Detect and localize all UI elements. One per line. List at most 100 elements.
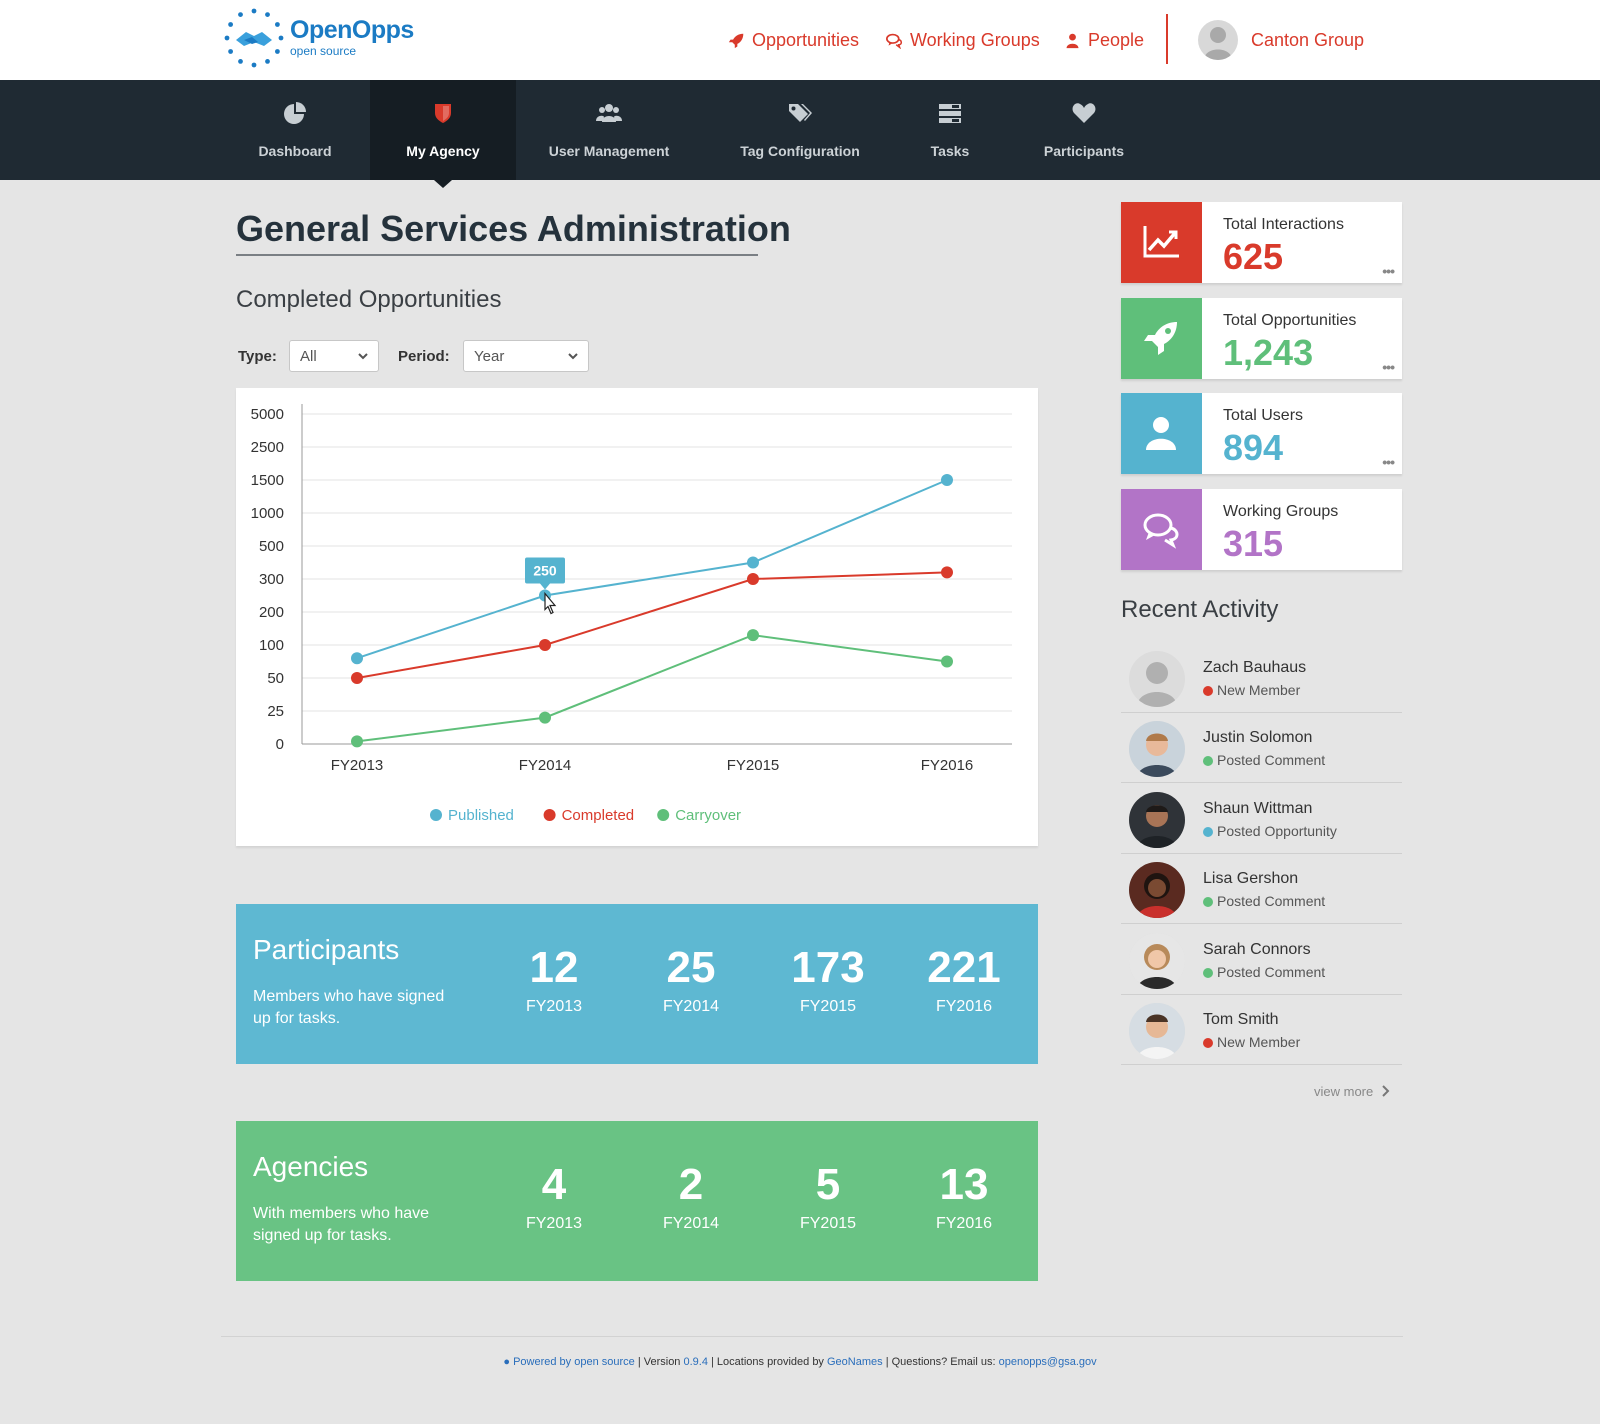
- kpi-total-opportunities[interactable]: Total Opportunities 1,243 •••: [1121, 298, 1402, 379]
- page-title: General Services Administration: [236, 208, 791, 249]
- tags-icon: [789, 104, 812, 122]
- nav-working-groups[interactable]: Working Groups: [886, 30, 1040, 51]
- activity-action-label: Posted Opportunity: [1217, 823, 1337, 839]
- tooltip-label: 250: [533, 563, 557, 579]
- stat-year: FY2016: [935, 1215, 993, 1232]
- avatar: [1129, 862, 1185, 918]
- version-link[interactable]: 0.9.4: [683, 1356, 707, 1368]
- type-select[interactable]: All: [289, 340, 379, 372]
- data-point: [539, 711, 551, 724]
- user-name[interactable]: Canton Group: [1251, 30, 1364, 51]
- rocket-icon: [728, 33, 744, 49]
- activity-action: Posted Opportunity: [1203, 823, 1337, 839]
- tab-tasks[interactable]: Tasks: [902, 80, 998, 180]
- status-dot: [1203, 1038, 1213, 1048]
- period-select-value: Year: [474, 348, 505, 365]
- user-silhouette-icon: [1137, 662, 1177, 707]
- stat-year: FY2013: [525, 998, 583, 1015]
- view-more-label: view more: [1314, 1084, 1374, 1099]
- avatar-photo: [1129, 792, 1185, 848]
- y-tick-label: 300: [259, 571, 284, 588]
- avatar: [1129, 1003, 1185, 1059]
- activity-name: Lisa Gershon: [1203, 870, 1299, 887]
- activity-item[interactable]: Tom Smith New Member: [1121, 995, 1402, 1065]
- nav-opportunities-label: Opportunities: [752, 30, 860, 50]
- kpi-total-users[interactable]: Total Users 894 •••: [1121, 393, 1402, 474]
- legend-label: Published: [448, 807, 514, 824]
- kpi-label: Total Opportunities: [1223, 312, 1357, 329]
- y-tick-label: 2500: [251, 439, 284, 456]
- agencies-stat: 13 FY2016: [904, 1163, 1024, 1233]
- data-point: [747, 556, 759, 569]
- agencies-stat: 4 FY2013: [494, 1163, 614, 1233]
- tab-dashboard[interactable]: Dashboard: [222, 80, 368, 180]
- kpi-label: Working Groups: [1223, 503, 1339, 520]
- y-tick-label: 50: [267, 670, 284, 687]
- data-point: [941, 474, 953, 486]
- tab-dashboard-label: Dashboard: [258, 143, 332, 159]
- powered-by-link[interactable]: Powered by open source: [513, 1356, 635, 1368]
- tab-my-agency[interactable]: My Agency: [370, 80, 516, 180]
- type-filter-label: Type:: [238, 348, 277, 365]
- kpi-label: Total Interactions: [1223, 216, 1344, 233]
- tab-user-management[interactable]: User Management: [536, 80, 682, 180]
- user-avatar[interactable]: [1198, 20, 1238, 60]
- users-icon: [596, 104, 622, 122]
- activity-action: New Member: [1203, 682, 1300, 698]
- y-tick-label: 1500: [251, 472, 284, 489]
- participants-desc: Members who have signed up for tasks.: [253, 988, 445, 1027]
- chat-bubbles-icon: [1143, 513, 1179, 549]
- rocket-icon: [1144, 322, 1177, 355]
- legend-marker: [543, 809, 556, 821]
- more-icon[interactable]: •••: [1382, 454, 1395, 470]
- recent-activity-title: Recent Activity: [1121, 596, 1279, 623]
- chevron-down-icon: [568, 353, 578, 360]
- pie-chart-icon: [284, 102, 306, 124]
- kpi-working-groups[interactable]: Working Groups 315: [1121, 489, 1402, 570]
- activity-item[interactable]: Lisa Gershon Posted Comment: [1121, 854, 1402, 924]
- tab-participants[interactable]: Participants: [1034, 80, 1134, 180]
- nav-working-groups-label: Working Groups: [910, 30, 1040, 50]
- footer-divider: [221, 1336, 1403, 1337]
- participants-stat: 221 FY2016: [904, 946, 1024, 1016]
- openopps-logo[interactable]: OpenOpps open source: [222, 6, 422, 70]
- data-point: [941, 655, 953, 668]
- email-link[interactable]: openopps@gsa.gov: [999, 1356, 1097, 1368]
- activity-name: Justin Solomon: [1203, 729, 1313, 746]
- line-chart-icon: [1143, 226, 1179, 258]
- participants-title: Participants: [253, 934, 400, 965]
- nav-people[interactable]: People: [1064, 30, 1144, 51]
- title-underline: [236, 254, 758, 256]
- activity-item[interactable]: Sarah Connors Posted Comment: [1121, 925, 1402, 995]
- y-tick-label: 25: [267, 703, 284, 720]
- nav-opportunities[interactable]: Opportunities: [728, 30, 859, 51]
- kpi-total-interactions[interactable]: Total Interactions 625 •••: [1121, 202, 1402, 283]
- stat-value: 13: [939, 1160, 989, 1209]
- activity-item[interactable]: Shaun Wittman Posted Opportunity: [1121, 784, 1402, 854]
- view-more-link[interactable]: view more: [1314, 1084, 1391, 1099]
- type-select-value: All: [300, 348, 317, 365]
- period-select[interactable]: Year: [463, 340, 589, 372]
- activity-name: Zach Bauhaus: [1203, 659, 1307, 676]
- line-chart: 0 25 50 100 200 300 500 1000 1500 2500 5000 FY2013 F…: [251, 404, 1012, 824]
- period-filter-label: Period:: [398, 348, 450, 365]
- logo-tagline: open source: [290, 44, 357, 58]
- legend-label: Carryover: [675, 807, 741, 824]
- avatar-photo: [1129, 1003, 1185, 1059]
- tab-tag-configuration[interactable]: Tag Configuration: [724, 80, 876, 180]
- data-point: [351, 735, 363, 748]
- more-icon[interactable]: •••: [1382, 359, 1395, 375]
- stat-year: FY2014: [662, 998, 720, 1015]
- more-icon[interactable]: •••: [1382, 263, 1395, 279]
- chevron-right-icon: [1382, 1085, 1390, 1097]
- activity-action-label: New Member: [1217, 682, 1301, 698]
- activity-item[interactable]: Zach Bauhaus New Member: [1121, 643, 1402, 713]
- heart-icon: [1072, 103, 1096, 123]
- stat-year: FY2014: [662, 1215, 720, 1232]
- participants-banner: Participants Members who have signed up …: [236, 904, 1038, 1064]
- activity-item[interactable]: Justin Solomon Posted Comment: [1121, 713, 1402, 783]
- geonames-link[interactable]: GeoNames: [827, 1356, 883, 1368]
- stat-value: 173: [791, 943, 865, 992]
- y-tick-label: 500: [259, 538, 284, 555]
- footer-locations-text: | Locations provided by: [707, 1356, 827, 1368]
